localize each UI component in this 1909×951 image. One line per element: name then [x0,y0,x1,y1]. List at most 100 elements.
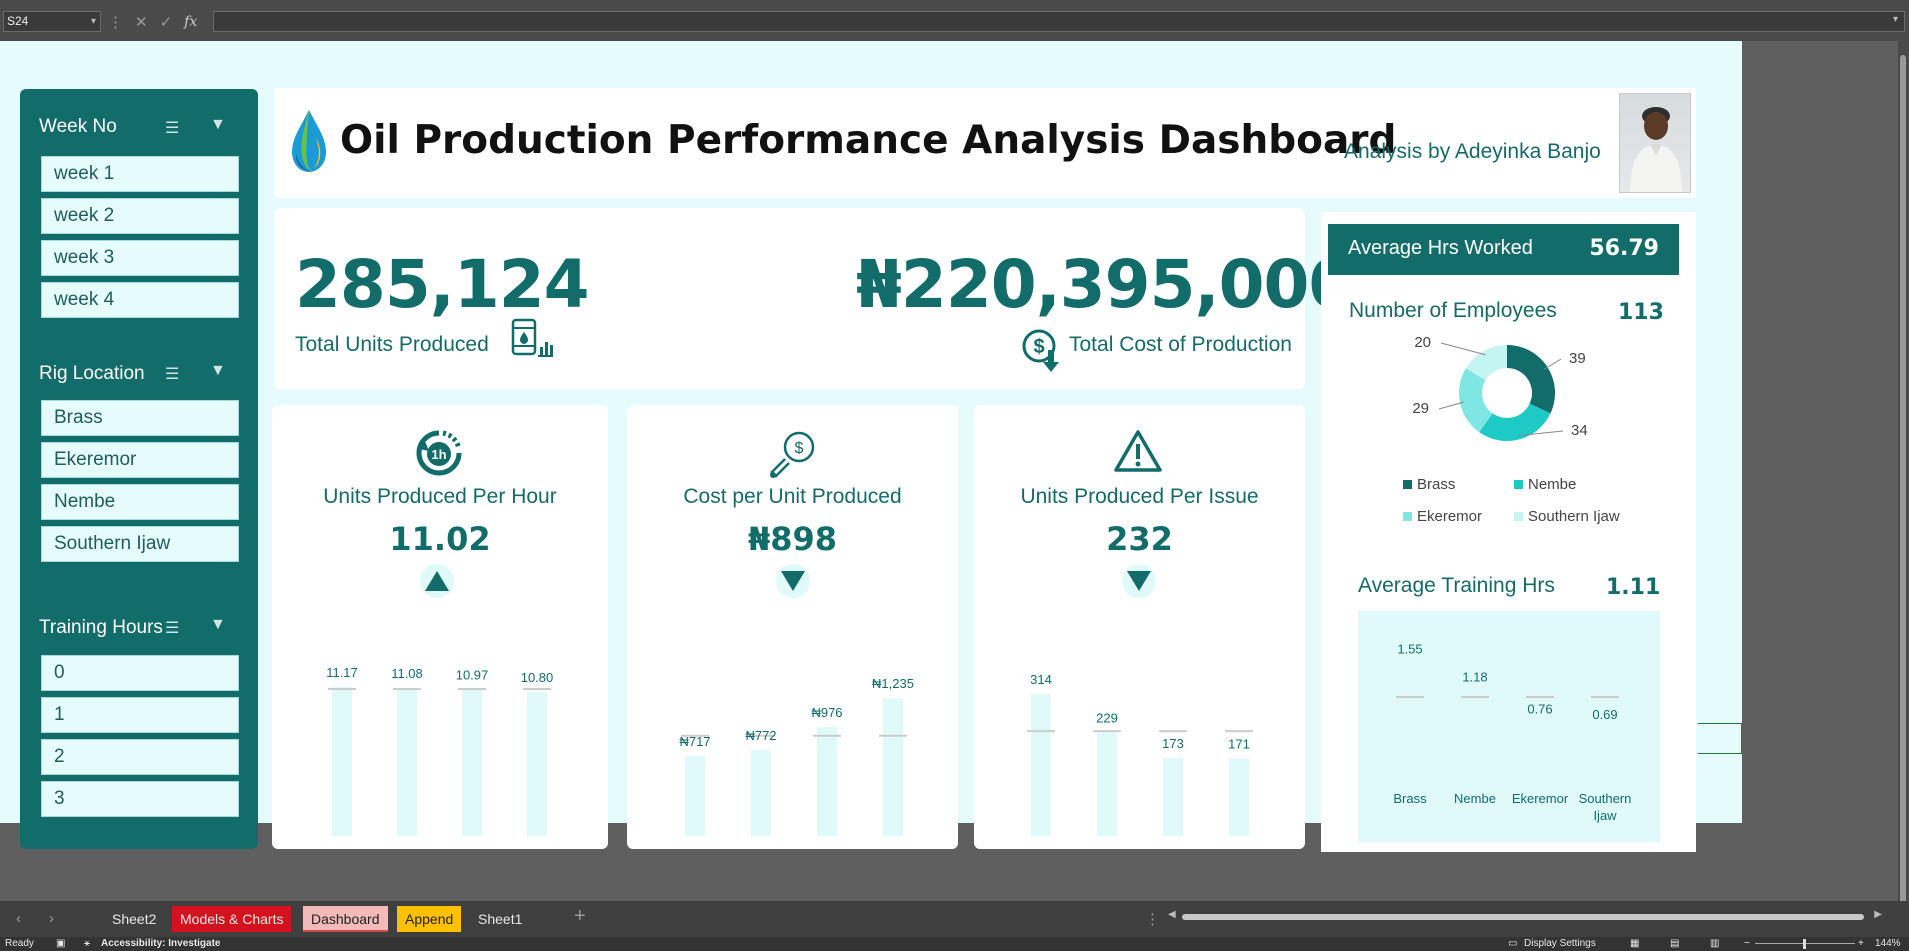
slicer-item-week1[interactable]: week 1 [41,156,239,192]
one-hour-clock-icon: 1h [416,430,462,476]
accessibility-status[interactable]: Accessibility: Investigate [101,938,221,949]
slicer-title-training: Training Hours [39,617,163,638]
data-label: 0.69 [1592,707,1617,722]
training-chart-area: 1.55 Brass 1.18 Nembe 0.76 Ekeremor 0.69 Southe… [1358,611,1660,842]
warning-icon [1114,430,1162,472]
slicer-item-training-0[interactable]: 0 [41,655,239,691]
legend-entry: Southern Ijaw [1528,508,1620,525]
cell-reference: S24 [7,14,29,28]
trend-up-icon [420,564,454,598]
sheet-tab-sheet2[interactable]: Sheet2 [104,906,164,932]
legend-entry: Nembe [1528,476,1576,493]
employees-value: 113 [1618,300,1664,325]
trend-down-icon [1122,564,1156,598]
scroll-thumb[interactable] [1182,914,1864,920]
data-label: 34 [1571,422,1588,439]
units-per-issue-chart: 314Brass229Nembe173SouthernIjaw171Ekerem… [1027,672,1253,836]
normal-view-icon[interactable]: ▦ [1630,938,1639,949]
clear-filter-icon[interactable]: ▼ [210,116,226,134]
formula-input[interactable]: ▾ [213,11,1905,32]
average-hours-label: Average Hrs Worked [1348,237,1533,259]
bar [1097,732,1117,836]
bar [527,691,547,836]
slicer-title-rig: Rig Location [39,363,145,384]
data-label: ₦772 [745,728,776,743]
page-title: Oil Production Performance Analysis Dash… [340,118,1397,163]
data-label: 1.55 [1397,642,1422,657]
legend-entry: Ekeremor [1417,508,1482,525]
sheet-tab-dashboard[interactable]: Dashboard [303,906,388,932]
bar [1163,757,1183,836]
slicer-item-southern-ijaw[interactable]: Southern Ijaw [41,526,239,562]
slicer-item-training-1[interactable]: 1 [41,697,239,733]
chevron-down-icon[interactable]: ▾ [91,12,96,31]
zoom-level[interactable]: 144% [1875,938,1901,949]
slicer-item-week4[interactable]: week 4 [41,282,239,318]
multi-select-icon[interactable]: ☰ [165,618,179,638]
bar [817,727,837,836]
name-box[interactable]: S24 ▾ [3,11,101,32]
bar [1530,723,1550,781]
macro-icon[interactable]: ▣ [56,938,65,949]
cost-per-unit-chart: ₦717Brass₦772Nembe₦976SouthernIjaw₦1,235… [679,676,914,836]
cancel-icon[interactable]: ✕ [135,13,148,31]
category-label: Southern [1579,791,1632,806]
clear-filter-icon[interactable]: ▼ [210,362,226,380]
bar [883,698,903,836]
slicer-item-week2[interactable]: week 2 [41,198,239,234]
vertical-scrollbar[interactable] [1898,41,1909,915]
slicer-item-brass[interactable]: Brass [41,400,239,436]
page-layout-icon[interactable]: ▤ [1670,938,1679,949]
zoom-slider-thumb[interactable] [1803,939,1806,949]
data-label: 39 [1569,350,1586,367]
avatar [1630,107,1682,192]
data-label: 0.76 [1527,701,1552,716]
more-icon[interactable]: ⋮ [1145,910,1160,928]
scroll-left-icon[interactable]: ◀ [1168,909,1176,920]
previous-sheet-icon[interactable]: ‹ [16,910,21,927]
sheet-tab-append[interactable]: Append [397,906,462,932]
display-settings[interactable]: Display Settings [1524,938,1596,949]
display-settings-icon[interactable]: ▭ [1508,938,1517,949]
next-sheet-icon[interactable]: › [49,910,54,927]
bar [1229,758,1249,836]
multi-select-icon[interactable]: ☰ [165,364,179,384]
slicer-item-nembe[interactable]: Nembe [41,484,239,520]
data-label: 11.08 [391,666,423,681]
slicer-item-week3[interactable]: week 3 [41,240,239,276]
slicer-item-ekeremor[interactable]: Ekeremor [41,442,239,478]
multi-select-icon[interactable]: ☰ [165,118,179,138]
data-label: 173 [1162,736,1184,751]
status-bar: Ready ▣ ⚹ Accessibility: Investigate ▭ D… [0,937,1909,951]
clear-filter-icon[interactable]: ▼ [210,616,226,634]
horizontal-scrollbar[interactable]: ◀ ▶ [1168,909,1882,922]
zoom-in-icon[interactable]: + [1858,938,1864,949]
trend-down-icon [776,564,810,598]
scroll-thumb[interactable] [1900,55,1906,915]
total-cost-value: ₦220,395,000 [856,246,1354,323]
total-cost-label: Total Cost of Production [1069,333,1292,356]
scroll-right-icon[interactable]: ▶ [1874,909,1882,920]
average-hours-box: Average Hrs Worked 56.79 [1328,224,1679,275]
legend-swatch [1514,512,1523,521]
accessibility-icon: ⚹ [84,938,90,949]
data-label: ₦976 [811,705,842,720]
sheet-tab-models-charts[interactable]: Models & Charts [172,906,292,932]
insert-function-icon[interactable]: fx [184,14,197,30]
svg-text:1h: 1h [431,447,446,462]
zoom-out-icon[interactable]: − [1744,938,1750,949]
expand-formula-icon[interactable]: ▾ [1893,14,1898,25]
data-label: 1.18 [1462,670,1487,685]
more-options-icon[interactable]: ⋮ [108,13,123,31]
slicer-item-training-2[interactable]: 2 [41,739,239,775]
confirm-icon[interactable]: ✓ [160,13,173,31]
svg-text:$: $ [795,440,804,457]
cost-per-unit-value: ₦898 [747,520,838,558]
category-label: Ekeremor [1512,791,1569,806]
data-label: 10.80 [521,670,554,685]
kpi-card: 285,124 Total Units Produced ₦220,395,00… [274,208,1354,389]
page-break-icon[interactable]: ▥ [1710,938,1719,949]
sheet-tab-sheet1[interactable]: Sheet1 [470,906,530,932]
slicer-item-training-3[interactable]: 3 [41,781,239,817]
add-sheet-icon[interactable]: + [574,905,586,928]
